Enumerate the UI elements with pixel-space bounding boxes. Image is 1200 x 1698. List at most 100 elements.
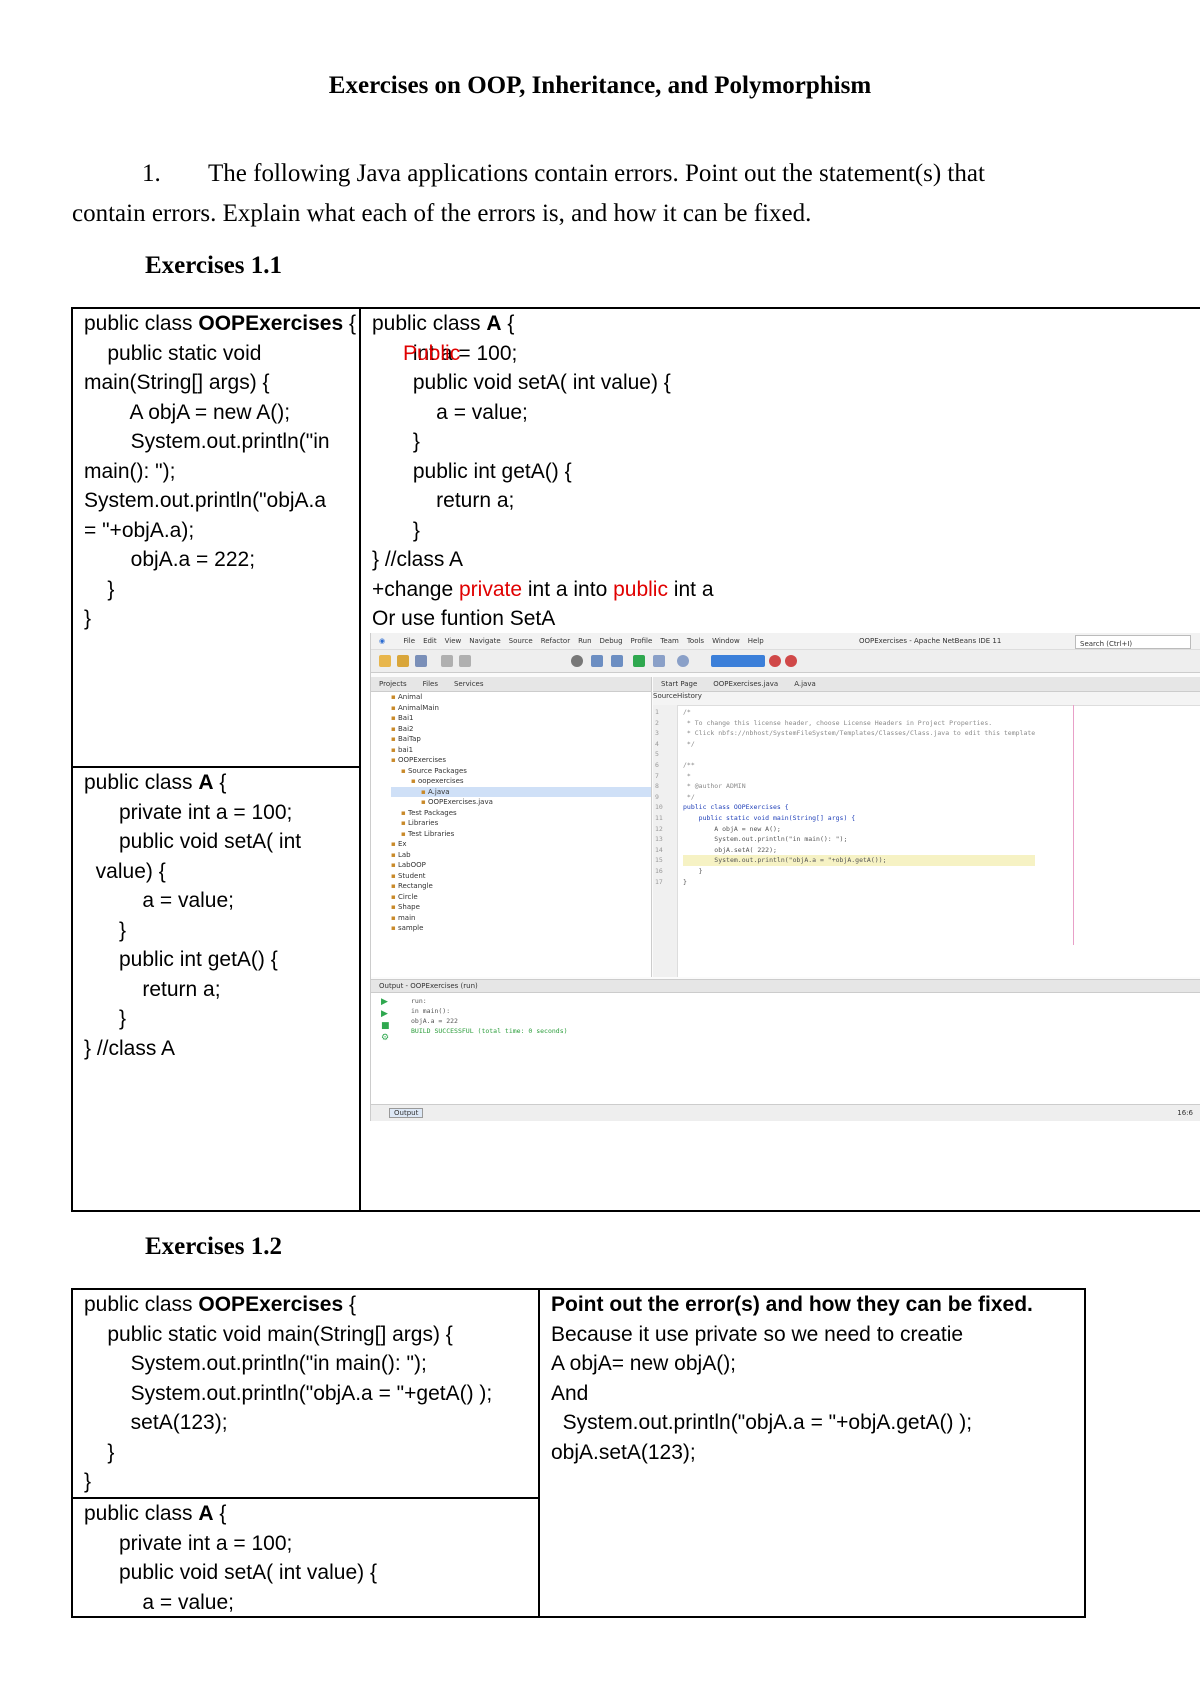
save-all-icon[interactable] xyxy=(415,655,427,667)
code-line: public class OOPExercises { xyxy=(84,312,357,335)
project-folder-icon: ▪ xyxy=(391,871,398,880)
ide-tree-item[interactable]: ▪ sample xyxy=(391,923,651,934)
ide-tree-item[interactable]: ▪ Test Libraries xyxy=(391,829,651,840)
ide-menu-item[interactable]: View xyxy=(445,633,462,649)
ide-code-line: objA.setA( 222); xyxy=(683,845,777,854)
ide-tree-label: Test Packages xyxy=(407,808,457,817)
ide-code-line: /* xyxy=(683,708,691,716)
ide-output-line: objA.a = 222 xyxy=(411,1017,458,1025)
run-icon[interactable] xyxy=(633,655,645,667)
project-folder-icon: ▪ xyxy=(391,724,398,733)
ide-tree-label: BaiTap xyxy=(397,735,421,743)
ide-tree-item[interactable]: ▪ Animal xyxy=(391,692,651,703)
ide-code-line: public static void main(String[] args) { xyxy=(683,813,856,822)
config-icon[interactable] xyxy=(571,655,583,667)
ide-tree-item[interactable]: ▪ bai1 xyxy=(391,745,651,756)
code-line: public void setA( int xyxy=(84,830,302,853)
ide-tree-item[interactable]: ▪ Circle xyxy=(391,892,651,903)
ide-tree-label: A.java xyxy=(427,787,450,796)
code-line: Because it use private so we need to cre… xyxy=(551,1322,964,1346)
undo-icon[interactable] xyxy=(441,655,453,667)
ide-tree-label: Lab xyxy=(397,850,411,859)
ide-tree-label: Circle xyxy=(397,892,418,901)
project-folder-icon: ▪ xyxy=(401,808,408,817)
code-line: } xyxy=(372,430,420,453)
ide-menu-item[interactable]: Help xyxy=(748,633,764,649)
profile-icon[interactable] xyxy=(677,655,689,667)
ide-tree-item[interactable]: ▪ OOPExercises xyxy=(391,755,651,766)
code-line: public static void xyxy=(84,341,262,365)
ide-editor-mode[interactable]: History xyxy=(677,692,702,700)
ide-code-line xyxy=(683,749,1035,760)
code-line: main(String[] args) { xyxy=(84,371,270,394)
ide-menu-item[interactable]: Refactor xyxy=(541,633,570,649)
ide-panel-tab[interactable]: Files xyxy=(415,677,446,691)
ide-code-line: System.out.println("objA.a = "+objA.getA… xyxy=(683,855,1036,866)
ide-menu-item[interactable]: Profile xyxy=(631,633,653,649)
ide-panel-tab[interactable]: Projects xyxy=(371,677,415,691)
ide-tree-item[interactable]: ▪ Rectangle xyxy=(391,881,651,892)
code-line: System.out.println("in main(): "); xyxy=(84,1352,427,1375)
heading-exercise-1-2: Exercises 1.2 xyxy=(145,1233,283,1260)
code-line: public int getA() { xyxy=(84,948,278,971)
ide-tree-item[interactable]: ▪ Lab xyxy=(391,850,651,861)
ide-editor-mode[interactable]: Source xyxy=(653,692,677,700)
ide-tree-item[interactable]: ▪ main xyxy=(391,913,651,924)
project-folder-icon: ▪ xyxy=(391,850,398,859)
ide-tree-label: oopexercises xyxy=(417,777,464,785)
project-folder-icon: ▪ xyxy=(391,756,398,764)
ide-output-title: Output - OOPExercises (run) xyxy=(371,980,1200,993)
ide-tree-label: Bai2 xyxy=(397,724,414,733)
ide-menu-item[interactable]: File xyxy=(403,633,415,649)
ide-menu-item[interactable]: Source xyxy=(509,633,533,649)
ide-tree-item[interactable]: ▪ BaiTap xyxy=(391,734,651,745)
ide-tree-item[interactable]: ▪ AnimalMain xyxy=(391,703,651,714)
code-line: objA.a = 222; xyxy=(84,548,256,571)
status-output-tab[interactable]: Output xyxy=(389,1108,424,1118)
ide-tree-label: Source Packages xyxy=(407,766,467,775)
rerun-icon[interactable]: ▶ ▶ ■ ⚙ xyxy=(381,996,390,1044)
ide-tree-item[interactable]: ▪ oopexercises xyxy=(391,776,651,787)
ide-tree-label: Bai1 xyxy=(397,714,414,722)
open-project-icon[interactable] xyxy=(397,655,409,667)
ide-tree-item[interactable]: ▪ A.java xyxy=(391,786,651,797)
ide-panel-tab[interactable]: Services xyxy=(446,677,492,691)
ide-tree-item[interactable]: ▪ Shape xyxy=(391,902,651,913)
ide-toolbar xyxy=(371,650,1200,673)
debug-icon[interactable] xyxy=(653,655,665,667)
clean-build-icon[interactable] xyxy=(611,655,623,667)
ide-menu-item[interactable]: Tools xyxy=(687,633,704,649)
ide-menu-item[interactable]: Debug xyxy=(600,633,623,649)
ide-tree-item[interactable]: ▪ Bai2 xyxy=(391,724,651,735)
ide-editor-tab[interactable]: OOPExercises.java xyxy=(705,677,786,691)
redo-icon[interactable] xyxy=(459,655,471,667)
ide-menu-item[interactable]: Run xyxy=(578,633,591,649)
ide-menu-item[interactable]: Team xyxy=(660,633,679,649)
ide-editor-tab[interactable]: Start Page xyxy=(653,677,705,691)
ide-output-line: in main(): xyxy=(411,1007,451,1015)
ide-tree-item[interactable]: ▪ Bai1 xyxy=(391,713,651,724)
profile-ide-icon[interactable] xyxy=(785,655,797,667)
build-icon[interactable] xyxy=(591,655,603,667)
ide-tree-item[interactable]: ▪ Student xyxy=(391,871,651,882)
ide-menu-item[interactable]: Edit xyxy=(423,633,437,649)
ide-tree-item[interactable]: ▪ OOPExercises.java xyxy=(391,797,651,808)
ide-tree-item[interactable]: ▪ Test Packages xyxy=(391,808,651,819)
gc-icon[interactable] xyxy=(769,655,781,667)
ide-editor-tab[interactable]: A.java xyxy=(786,677,824,691)
code-class-a-1-2: public class A { private int a = 100; pu… xyxy=(84,1499,377,1617)
ide-logo-icon: ◉ xyxy=(379,637,386,645)
ide-tree-item[interactable]: ▪ Source Packages xyxy=(391,766,651,777)
new-project-icon[interactable] xyxy=(379,655,391,667)
ide-menu-item[interactable]: Navigate xyxy=(469,633,500,649)
ide-tree-item[interactable]: ▪ Libraries xyxy=(391,818,651,829)
ide-code[interactable]: /* * To change this license header, choo… xyxy=(683,707,1036,887)
ide-search-input[interactable]: Search (Ctrl+I) xyxy=(1075,635,1191,649)
code-oopexercises-1-2: public class OOPExercises { public stati… xyxy=(84,1290,492,1497)
ide-tree-item[interactable]: ▪ Ex xyxy=(391,839,651,850)
memory-indicator xyxy=(711,655,765,667)
ide-tree-label: Test Libraries xyxy=(407,829,455,838)
ide-menu-item[interactable]: Window xyxy=(712,633,740,649)
code-class-a-1-1: public class A { private int a = 100; pu… xyxy=(84,768,301,1063)
ide-tree-item[interactable]: ▪ LabOOP xyxy=(391,860,651,871)
